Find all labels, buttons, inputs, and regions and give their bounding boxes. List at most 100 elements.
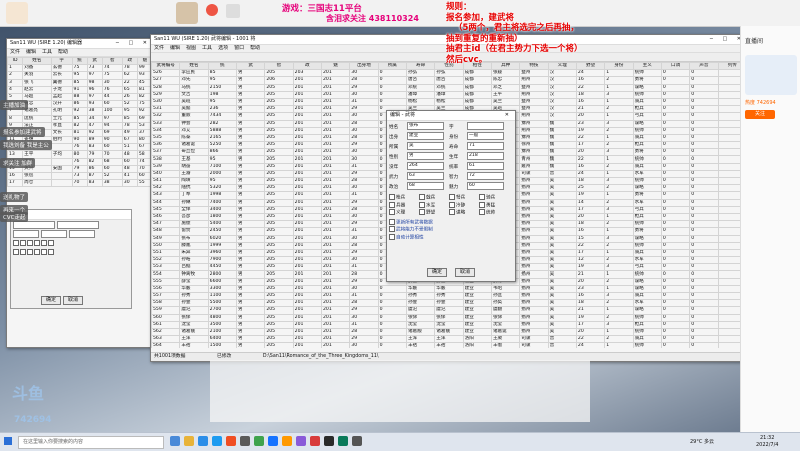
table-row[interactable]: 559 虞汜 2700 男 205 201 201 29 0 虞汜 虞汜 建业 虞翻 扬州吴 21 1 谋略 0 0 (151, 306, 747, 315)
checkbox[interactable] (27, 248, 33, 255)
column-header[interactable]: 所属 (377, 62, 407, 71)
checkbox[interactable] (389, 226, 395, 232)
file-explorer-icon[interactable] (184, 436, 194, 446)
app-icon[interactable] (352, 436, 362, 446)
close-icon[interactable]: ✕ (505, 111, 513, 120)
checkbox[interactable] (34, 239, 40, 246)
left-dialog-field[interactable] (68, 230, 95, 238)
dialog-option[interactable]: 更新所有武将数据 (389, 218, 513, 227)
left-edit-dialog[interactable]: 编辑 确定 取消 (10, 209, 132, 309)
table-row[interactable]: 8 庞统 士元 85 34 97 85 69 (7, 114, 153, 123)
checkbox[interactable] (419, 194, 425, 200)
app-icon[interactable] (296, 436, 306, 446)
table-row[interactable]: 530 吴班 95 男 205 201 201 31 0 杨松 杨松 成都 吴兰 益州汉 16 1 骑兵 0 0 (151, 97, 747, 107)
checkbox[interactable] (41, 239, 47, 246)
table-row[interactable]: 527 邓先 95 男 206 201 201 28 0 唐咨 唐咨 成都 陈忠 荆州汉 16 2 勇将 0 0 (151, 76, 747, 85)
dialog-field-input[interactable]: 61 (467, 162, 504, 170)
checkbox[interactable] (449, 194, 455, 200)
left-dialog-ok-button[interactable]: 确定 (41, 296, 62, 305)
table-row[interactable]: 17 周仓 70 83 38 30 55 (7, 179, 153, 188)
window-controls[interactable]: ─ □ ✕ (116, 39, 151, 48)
column-header[interactable]: 身份 (604, 62, 634, 71)
app-icon[interactable] (226, 436, 236, 446)
column-header[interactable]: 政 (292, 62, 322, 71)
edit-dialog-titlebar[interactable]: 编辑 - 武将 ✕ (387, 111, 515, 121)
task-view-icon[interactable] (170, 436, 180, 446)
table-row[interactable]: 6黄忠汉升8693605275 (7, 100, 153, 109)
dialog-field-input[interactable]: 72 (467, 172, 504, 180)
left-dialog-field[interactable] (40, 230, 67, 238)
checkbox[interactable] (48, 248, 54, 255)
column-header[interactable]: 智 (264, 62, 294, 71)
edit-dialog[interactable]: 编辑 - 武将 ✕ 姓名 张布 字出身 建业 身份 一般所属 吴寿命 71 性别 男生年 218 没年 2… (386, 110, 516, 282)
dialog-field-input[interactable]: 建业 (407, 132, 444, 140)
app-icon[interactable] (324, 436, 334, 446)
dialog-checkbox-item[interactable]: 戟兵 (419, 194, 449, 202)
checkbox[interactable] (449, 209, 455, 215)
table-row[interactable]: 562 诸葛靓 2100 男 205 201 201 28 0 诸葛靓 诸葛靓 建业 诸葛诞 扬州吴 20 1… (151, 327, 747, 337)
table-row[interactable]: 526 李应民 85 男 205 203 201 30 0 孙弘 孙弘 成都 张嶷 益州汉 24 1 统帅 0 0 (151, 69, 747, 78)
menu-item[interactable]: 帮助 (250, 45, 260, 51)
table-row[interactable]: 561 沈莹 3500 男 205 201 201 31 0 沈莹 沈莹 建业 沈莹 扬州吴 17 3 枪兵 0 0 (151, 320, 747, 329)
dialog-checkbox-item[interactable]: 义理 (389, 209, 419, 217)
column-header[interactable]: ID (7, 56, 24, 66)
table-row[interactable]: 563 王浑 6400 男 205 201 201 29 0 王浑 王浑 洛阳 王昶 司隶晋 22 2 骑兵 0 0 (151, 335, 747, 344)
app-icon[interactable] (338, 436, 348, 446)
column-header[interactable]: 出身地 (349, 62, 379, 71)
menu-item[interactable]: 选项 (218, 45, 228, 51)
checkbox[interactable] (13, 248, 19, 255)
column-header[interactable]: 口调 (660, 62, 691, 71)
checkbox[interactable] (389, 194, 395, 200)
column-header[interactable]: 姓名 (179, 62, 209, 71)
column-header[interactable]: 武 (86, 56, 103, 66)
dialog-checkbox-item[interactable]: 勇猛 (479, 201, 509, 210)
app-icon[interactable] (310, 436, 320, 446)
menu-item[interactable]: 帮助 (58, 49, 68, 55)
dialog-ok-button[interactable]: 确定 (427, 268, 448, 277)
checkbox[interactable] (41, 248, 47, 255)
checkbox[interactable] (449, 201, 455, 208)
menu-item[interactable]: 编辑 (170, 45, 180, 51)
column-header[interactable]: 武 (235, 62, 266, 71)
table-row[interactable]: 557 孙秀 1100 男 205 201 201 31 0 孙秀 孙秀 建业 孙匡 扬州吴 16 3 骑兵 0 0 (151, 291, 747, 301)
dialog-checkbox-item[interactable]: 统帅 (479, 209, 509, 217)
left-dialog-cancel-button[interactable]: 取消 (62, 296, 83, 305)
dialog-field-input[interactable]: 63 (407, 172, 444, 180)
checkbox[interactable] (419, 209, 425, 215)
taskbar-search-input[interactable]: 在这里输入你要搜索的内容 (18, 436, 164, 449)
follow-button[interactable]: 关注 (745, 110, 775, 119)
table-row[interactable]: 2 关羽 云长 95 97 75 62 93 (7, 71, 153, 80)
windows-start-icon[interactable] (4, 437, 12, 445)
dialog-field-input[interactable]: 张布 (407, 122, 444, 130)
column-header[interactable]: 统 (71, 56, 88, 66)
dialog-field-input[interactable]: 71 (467, 142, 504, 150)
dialog-field-input[interactable]: 218 (467, 152, 504, 160)
column-header[interactable]: 政 (121, 56, 138, 66)
clock-date[interactable]: 2022/7/4 (756, 442, 778, 448)
left-editor-window[interactable]: San11 WU (SIRE 1.20) 编辑器 ─ □ ✕ 文件 编辑 工具 帮助 I… (6, 38, 154, 348)
promo-banner[interactable] (745, 55, 797, 95)
dialog-checkbox-item[interactable]: 野望 (419, 209, 449, 217)
table-row[interactable]: 4 赵云 子龙 91 96 76 65 81 (7, 85, 153, 94)
column-header[interactable]: 寿命 (405, 62, 436, 71)
checkbox[interactable] (389, 201, 395, 208)
dialog-option[interactable]: 武将能力不受限制 (389, 226, 513, 234)
left-dialog-field[interactable] (56, 221, 99, 229)
checkbox[interactable] (419, 201, 425, 208)
menu-item[interactable]: 文件 (10, 49, 20, 55)
column-header[interactable]: 智 (101, 56, 123, 66)
table-row[interactable]: 3 张飞 翼德 85 98 30 22 45 (7, 78, 153, 87)
menu-item[interactable]: 窗口 (234, 45, 244, 51)
dialog-field-input[interactable]: 68 (407, 182, 444, 190)
column-header[interactable]: 武将编号 (151, 62, 181, 71)
table-row[interactable]: 528 马统 2150 男 205 201 201 29 0 邓统 邓统 成都 邓芝 益州汉 22 1 谋略 0 0 (151, 83, 747, 92)
dialog-field-input[interactable]: 264 (407, 162, 444, 170)
column-header[interactable]: 魅 (320, 62, 351, 71)
left-dialog-field[interactable] (13, 221, 55, 229)
checkbox[interactable] (479, 194, 485, 200)
dialog-checkbox-item[interactable]: 骑兵 (479, 194, 509, 202)
table-row[interactable]: 529 文吉 198 男 205 201 201 30 0 潘璋 潘璋 成都 王平 荆州汉 18 3 统帅 0 0 (151, 90, 747, 99)
dialog-checkbox-item[interactable]: 枪兵 (389, 194, 419, 202)
checkbox[interactable] (479, 201, 485, 208)
dialog-checkbox-item[interactable]: 弩兵 (449, 194, 479, 202)
